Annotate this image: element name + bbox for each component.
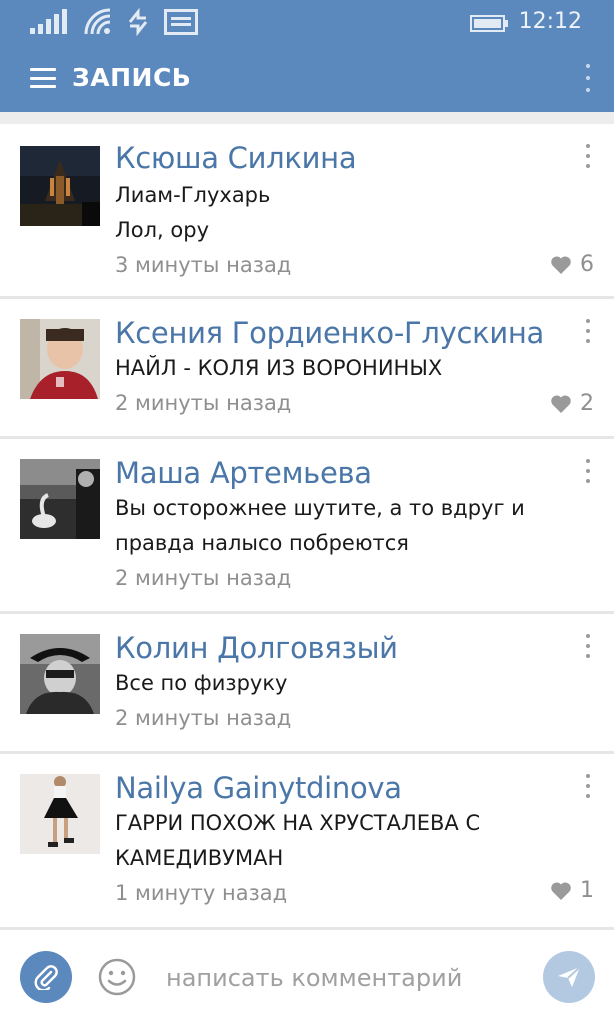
author-name[interactable]: Ксения Гордиенко-Глускина <box>115 315 554 351</box>
comments-list: Ксюша Силкина Лиам-Глухарь Лол, ору 3 ми… <box>0 124 614 930</box>
comment-more-icon[interactable] <box>586 319 592 343</box>
heart-icon <box>551 255 571 274</box>
comment-body: Колин Долговязый Все по физруку 2 минуты… <box>115 630 554 735</box>
data-transfer-icon <box>128 8 148 36</box>
heart-icon <box>551 394 571 413</box>
message-icon <box>164 9 198 35</box>
like-button[interactable]: 2 <box>550 391 594 416</box>
comment-more-icon[interactable] <box>586 144 592 168</box>
like-count: 1 <box>580 878 594 903</box>
author-name[interactable]: Маша Артемьева <box>115 455 554 491</box>
avatar[interactable] <box>20 459 100 539</box>
clock: 12:12 <box>518 9 582 34</box>
like-button[interactable]: 6 <box>550 252 594 277</box>
comment-more-icon[interactable] <box>586 634 592 658</box>
like-count: 6 <box>580 252 594 277</box>
emoji-icon[interactable] <box>97 957 137 997</box>
battery-icon <box>470 15 508 32</box>
comment-item[interactable]: Ксюша Силкина Лиам-Глухарь Лол, ору 3 ми… <box>0 124 614 299</box>
comment-body: Ксения Гордиенко-Глускина НАЙЛ - КОЛЯ ИЗ… <box>115 315 554 420</box>
comment-time: 2 минуты назад <box>115 706 292 730</box>
app-bar: ЗАПИСЬ <box>0 44 614 112</box>
comment-text: Лол, ору <box>115 218 210 242</box>
comment-item[interactable]: Маша Артемьева Вы осторожнее шутите, а т… <box>0 439 614 614</box>
comment-text: Вы осторожнее шутите, а то вдруг и <box>115 496 525 520</box>
status-bar: 12:12 <box>0 0 614 44</box>
send-button[interactable] <box>543 951 595 1003</box>
comment-time: 2 минуты назад <box>115 391 292 415</box>
attach-button[interactable] <box>20 951 72 1003</box>
comment-text: правда налысо побреются <box>115 531 409 555</box>
comment-text: КАМЕДИВУМАН <box>115 846 284 870</box>
comment-text: ГАРРИ ПОХОЖ НА ХРУСТАЛЕВА С <box>115 811 481 835</box>
comment-text: НАЙЛ - КОЛЯ ИЗ ВОРОНИНЫХ <box>115 356 443 380</box>
hamburger-menu-icon[interactable] <box>30 68 56 88</box>
author-name[interactable]: Колин Долговязый <box>115 630 554 666</box>
signal-icon <box>30 9 67 34</box>
comment-time: 3 минуты назад <box>115 253 292 277</box>
status-icons <box>30 8 198 36</box>
avatar[interactable] <box>20 146 100 226</box>
comment-body: Nailya Gainytdinova ГАРРИ ПОХОЖ НА ХРУСТ… <box>115 770 554 910</box>
comment-item[interactable]: Колин Долговязый Все по физруку 2 минуты… <box>0 614 614 754</box>
heart-icon <box>551 881 571 900</box>
page-title: ЗАПИСЬ <box>72 63 192 92</box>
comment-time: 1 минуту назад <box>115 881 288 905</box>
avatar[interactable] <box>20 319 100 399</box>
wifi-icon <box>84 8 111 35</box>
comment-text: Лиам-Глухарь <box>115 183 271 207</box>
comment-more-icon[interactable] <box>586 459 592 483</box>
paperclip-icon <box>34 965 58 990</box>
like-count: 2 <box>580 391 594 416</box>
send-icon <box>558 966 581 987</box>
comment-more-icon[interactable] <box>586 774 592 798</box>
comment-input[interactable] <box>166 960 506 996</box>
comment-body: Маша Артемьева Вы осторожнее шутите, а т… <box>115 455 554 595</box>
author-name[interactable]: Ксюша Силкина <box>115 140 554 176</box>
comment-body: Ксюша Силкина Лиам-Глухарь Лол, ору 3 ми… <box>115 140 554 282</box>
comment-item[interactable]: Nailya Gainytdinova ГАРРИ ПОХОЖ НА ХРУСТ… <box>0 754 614 930</box>
comment-item[interactable]: Ксения Гордиенко-Глускина НАЙЛ - КОЛЯ ИЗ… <box>0 299 614 439</box>
like-button[interactable]: 1 <box>550 878 594 903</box>
author-name[interactable]: Nailya Gainytdinova <box>115 770 554 806</box>
avatar[interactable] <box>20 634 100 714</box>
avatar[interactable] <box>20 774 100 854</box>
more-vertical-icon[interactable] <box>586 64 592 92</box>
comment-text: Все по физруку <box>115 671 288 695</box>
comment-time: 2 минуты назад <box>115 566 292 590</box>
comment-composer <box>0 930 614 1024</box>
